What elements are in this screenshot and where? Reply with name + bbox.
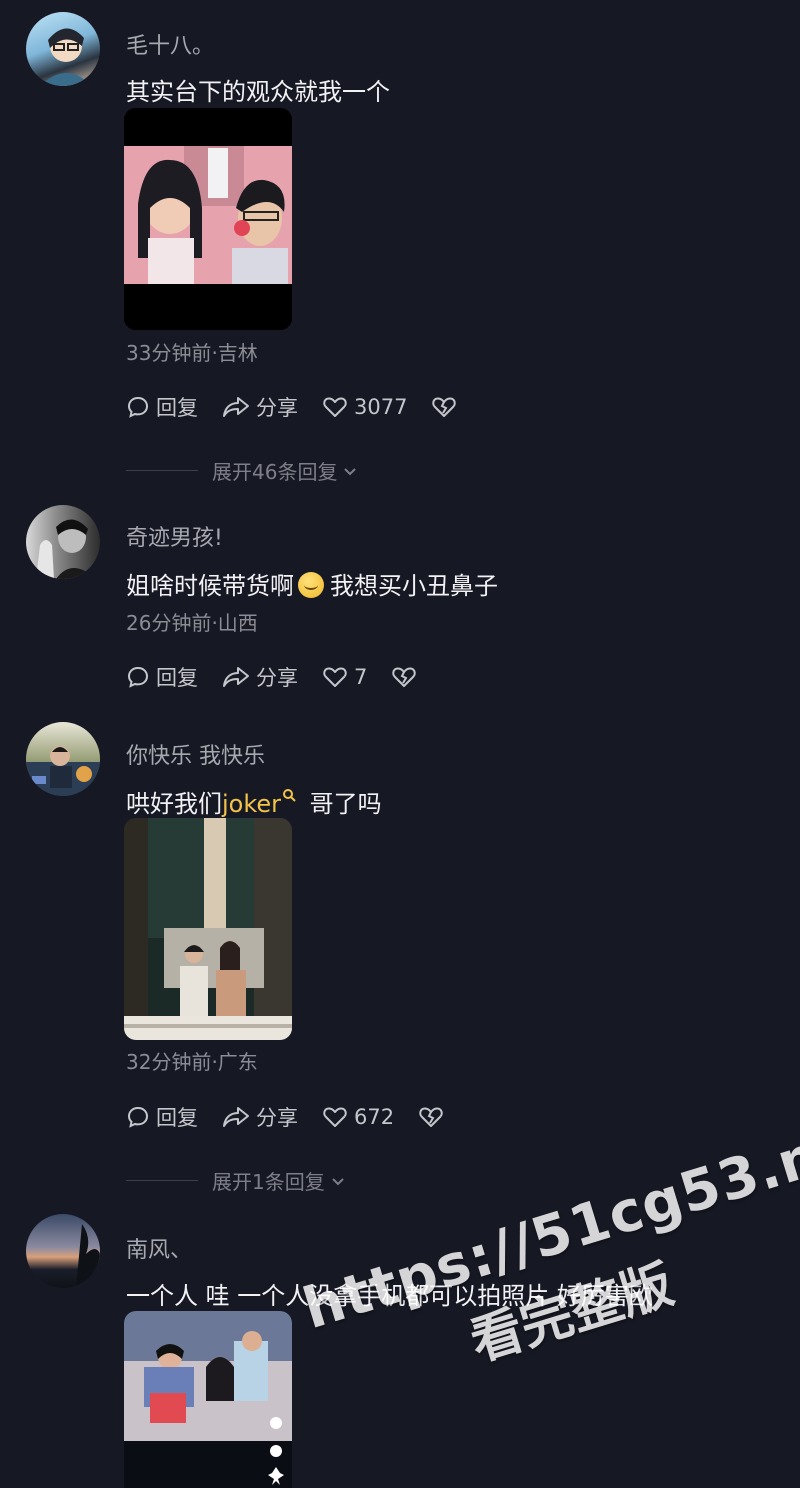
chevron-down-icon (344, 467, 357, 475)
comment-text-part: 姐啥时候带货啊 (126, 572, 294, 600)
reply-button[interactable]: 回复 (126, 392, 198, 422)
share-label: 分享 (256, 666, 298, 690)
expand-replies[interactable]: 展开46条回复 (126, 456, 359, 485)
broken-heart-icon (392, 667, 417, 687)
action-bar: 回复 分享 672 (126, 1102, 474, 1132)
search-icon (283, 789, 296, 802)
share-label: 分享 (256, 396, 298, 420)
dislike-button[interactable] (391, 665, 423, 689)
comment-icon (127, 396, 149, 418)
reply-button[interactable]: 回复 (126, 662, 198, 692)
comment-text: 一个人 哇 一个人没拿手机都可以拍照片 好厉害欧 (126, 1282, 653, 1310)
share-label: 分享 (256, 1106, 298, 1130)
heart-icon (323, 397, 347, 417)
comment-text-part: 哥了吗 (309, 790, 382, 818)
like-button[interactable]: 672 (322, 1105, 394, 1129)
action-bar: 回复 分享 7 (126, 662, 447, 692)
reply-label: 回复 (156, 666, 198, 690)
search-link[interactable]: joker (222, 789, 296, 818)
dislike-button[interactable] (431, 395, 463, 419)
username[interactable]: 你快乐 我快乐 (126, 738, 265, 770)
heart-icon (323, 667, 347, 687)
like-count: 672 (354, 1105, 395, 1129)
comment-text: 姐啥时候带货啊 我想买小丑鼻子 (126, 566, 498, 601)
comment-meta: 26分钟前·山西 (126, 611, 258, 635)
avatar[interactable] (26, 1214, 100, 1288)
share-button[interactable]: 分享 (222, 662, 298, 692)
comment-image[interactable] (124, 1311, 292, 1488)
reply-button[interactable]: 回复 (126, 1102, 198, 1132)
comment-icon (127, 666, 149, 688)
comment-meta: 33分钟前·吉林 (126, 341, 258, 365)
broken-heart-icon (419, 1107, 443, 1127)
like-count: 7 (354, 665, 368, 689)
smile-emoji-icon (298, 572, 324, 598)
expand-label: 展开46条回复 (212, 460, 338, 484)
broken-heart-icon (432, 397, 457, 417)
dislike-button[interactable] (418, 1105, 450, 1129)
comment-image[interactable] (124, 818, 292, 1040)
share-icon (223, 1107, 249, 1127)
share-icon (223, 667, 249, 687)
username[interactable]: 南风、 (126, 1232, 192, 1264)
comment-meta: 32分钟前·广东 (126, 1050, 258, 1074)
avatar[interactable] (26, 505, 100, 579)
like-count: 3077 (354, 395, 408, 419)
comment-text: 哄好我们joker 哥了吗 (126, 784, 382, 819)
divider-line (126, 1180, 198, 1181)
expand-label: 展开1条回复 (212, 1170, 325, 1194)
comment-text: 其实台下的观众就我一个 (126, 78, 390, 106)
expand-replies[interactable]: 展开1条回复 (126, 1166, 347, 1195)
link-text: joker (222, 790, 282, 818)
comment-text-part: 我想买小丑鼻子 (330, 572, 498, 600)
username[interactable]: 毛十八。 (126, 28, 214, 60)
divider-line (126, 470, 198, 471)
username[interactable]: 奇迹男孩! (126, 520, 223, 552)
share-button[interactable]: 分享 (222, 1102, 298, 1132)
reply-label: 回复 (156, 1106, 198, 1130)
heart-icon (323, 1107, 347, 1127)
comment-image[interactable] (124, 108, 292, 330)
avatar[interactable] (26, 722, 100, 796)
comment-icon (127, 1106, 149, 1128)
reply-label: 回复 (156, 396, 198, 420)
like-button[interactable]: 7 (322, 665, 367, 689)
like-button[interactable]: 3077 (322, 395, 407, 419)
action-bar: 回复 分享 3077 (126, 392, 487, 422)
avatar[interactable] (26, 12, 100, 86)
share-button[interactable]: 分享 (222, 392, 298, 422)
comment-text-part: 哄好我们 (126, 790, 222, 818)
share-icon (223, 397, 249, 417)
chevron-down-icon (332, 1177, 344, 1185)
